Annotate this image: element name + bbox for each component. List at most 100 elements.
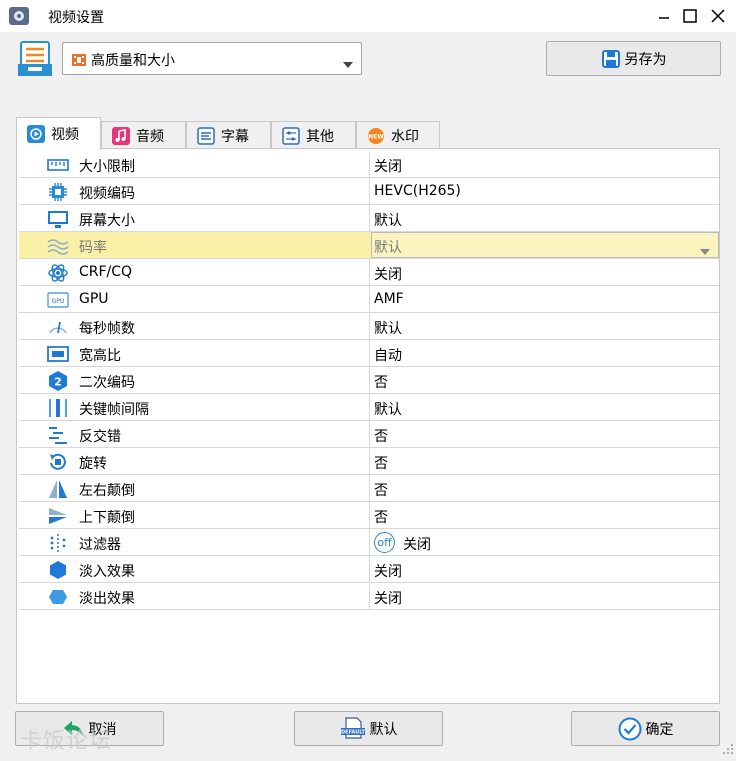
ruler-icon [47,154,69,176]
off-badge-icon: off [374,532,395,553]
column-divider [369,313,370,340]
rotate-icon [47,451,69,473]
tab-other[interactable]: 其他 [271,121,356,149]
default-label: 默认 [369,721,398,738]
setting-value[interactable]: 否 [374,453,388,473]
setting-row-filter[interactable]: 过滤器 off 关闭 [19,529,719,556]
setting-row-video-codec[interactable]: 视频编码 HEVC(H265) [19,178,719,205]
tab-video-label: 视频 [51,127,79,143]
setting-name: 关键帧间隔 [79,402,149,418]
default-button[interactable]: DEFAULT 默认 [294,711,443,746]
svg-text:2: 2 [54,376,62,389]
wave-icon [47,235,69,257]
resize-grip-icon[interactable] [722,743,734,759]
setting-row-gpu[interactable]: GPU GPU AMF [19,286,719,313]
setting-value[interactable]: 否 [374,507,388,527]
tab-subtitle-label: 字幕 [221,128,249,145]
setting-row-keyframe-interval[interactable]: 关键帧间隔 默认 [19,394,719,421]
close-icon[interactable] [704,4,732,28]
setting-value[interactable]: AMF [374,291,404,307]
setting-row-rotate[interactable]: 旋转 否 [19,448,719,475]
setting-value[interactable]: 默认 [374,210,402,230]
setting-row-flip-horizontal[interactable]: 左右颠倒 否 [19,475,719,502]
floppy-disk-icon [601,49,621,69]
chevron-down-icon[interactable] [700,243,710,259]
save-as-button[interactable]: 另存为 [546,41,721,76]
setting-row-screen-size[interactable]: 屏幕大小 默认 [19,205,719,232]
setting-value[interactable]: 默认 [374,399,402,419]
setting-value[interactable]: 关闭 [374,264,402,284]
setting-row-two-pass[interactable]: 2 二次编码 否 [19,367,719,394]
default-doc-icon: DEFAULT [340,716,366,741]
column-divider [369,205,370,232]
setting-name: 淡入效果 [79,564,135,580]
setting-row-aspect-ratio[interactable]: 宽高比 自动 [19,340,719,367]
tab-subtitle[interactable]: 字幕 [186,121,271,149]
tab-watermark[interactable]: NEW 水印 [356,121,440,149]
setting-value[interactable]: 否 [374,372,388,392]
setting-value[interactable]: 关闭 [374,156,402,176]
setting-row-size-limit[interactable]: 大小限制 关闭 [19,151,719,178]
setting-row-deinterlace[interactable]: 反交错 否 [19,421,719,448]
setting-row-bitrate[interactable]: 码率 默认 [19,232,719,259]
setting-row-flip-vertical[interactable]: 上下颠倒 否 [19,502,719,529]
monitor-icon [47,208,69,230]
tab-audio[interactable]: 音频 [101,121,186,149]
bitrate-select[interactable] [371,232,719,258]
setting-row-fade-out[interactable]: 淡出效果 关闭 [19,583,719,610]
setting-name: 每秒帧数 [79,321,135,337]
ok-label: 确定 [645,721,674,738]
maximize-icon[interactable] [676,4,704,28]
tab-audio-label: 音频 [136,128,164,145]
tab-other-label: 其他 [306,128,334,145]
subtitle-icon [197,126,215,145]
setting-row-fps[interactable]: 每秒帧数 默认 [19,313,719,340]
column-divider [369,178,370,205]
setting-value[interactable]: 否 [374,426,388,446]
setting-name: 屏幕大小 [79,213,135,229]
chevron-down-icon[interactable] [343,56,353,72]
setting-value[interactable]: HEVC(H265) [374,183,461,199]
settings-panel: 大小限制 关闭 视频编码 HEVC(H265) 屏幕大小 默认 码率 默认 CR… [16,148,720,704]
setting-name: 宽高比 [79,348,121,364]
minimize-icon[interactable] [650,4,678,28]
setting-row-crf-cq[interactable]: CRF/CQ 关闭 [19,259,719,286]
setting-name: 视频编码 [79,186,135,202]
setting-name: 淡出效果 [79,591,135,607]
film-icon [71,52,87,72]
setting-name: 左右颠倒 [79,483,135,499]
new-badge-icon: NEW [367,127,385,145]
setting-name: 二次编码 [79,375,135,391]
chip-icon [47,181,69,203]
setting-value[interactable]: 否 [374,480,388,500]
setting-value[interactable]: 关闭 [403,534,431,554]
gpu-icon: GPU [47,289,69,311]
app-gear-icon[interactable] [8,5,32,27]
tab-video[interactable]: 视频 [16,117,101,150]
fade-out-hexagon-icon [47,586,69,608]
svg-text:GPU: GPU [52,298,65,305]
setting-name: CRF/CQ [79,264,133,280]
column-divider [369,475,370,502]
setting-value[interactable]: 关闭 [374,561,402,581]
setting-value[interactable]: 关闭 [374,588,402,608]
setting-value[interactable]: 默认 [374,318,402,338]
title-bar: 视频设置 [0,0,736,32]
ok-button[interactable]: 确定 [571,711,720,746]
atom-icon [47,262,69,284]
preset-select[interactable]: 高质量和大小 [62,42,362,75]
column-divider [369,340,370,367]
fps-gauge-icon [47,316,69,338]
setting-value[interactable]: 自动 [374,345,402,365]
setting-row-fade-in[interactable]: 淡入效果 关闭 [19,556,719,583]
forum-watermark: 卡饭论坛 [20,729,113,754]
aspect-ratio-icon [47,343,69,365]
setting-name: 上下颠倒 [79,510,135,526]
column-divider [369,367,370,394]
setting-value[interactable]: 默认 [374,237,402,257]
svg-text:NEW: NEW [368,133,384,140]
fade-in-hexagon-icon [47,559,69,581]
column-divider [369,583,370,610]
column-divider [369,556,370,583]
setting-name: 反交错 [79,429,121,445]
